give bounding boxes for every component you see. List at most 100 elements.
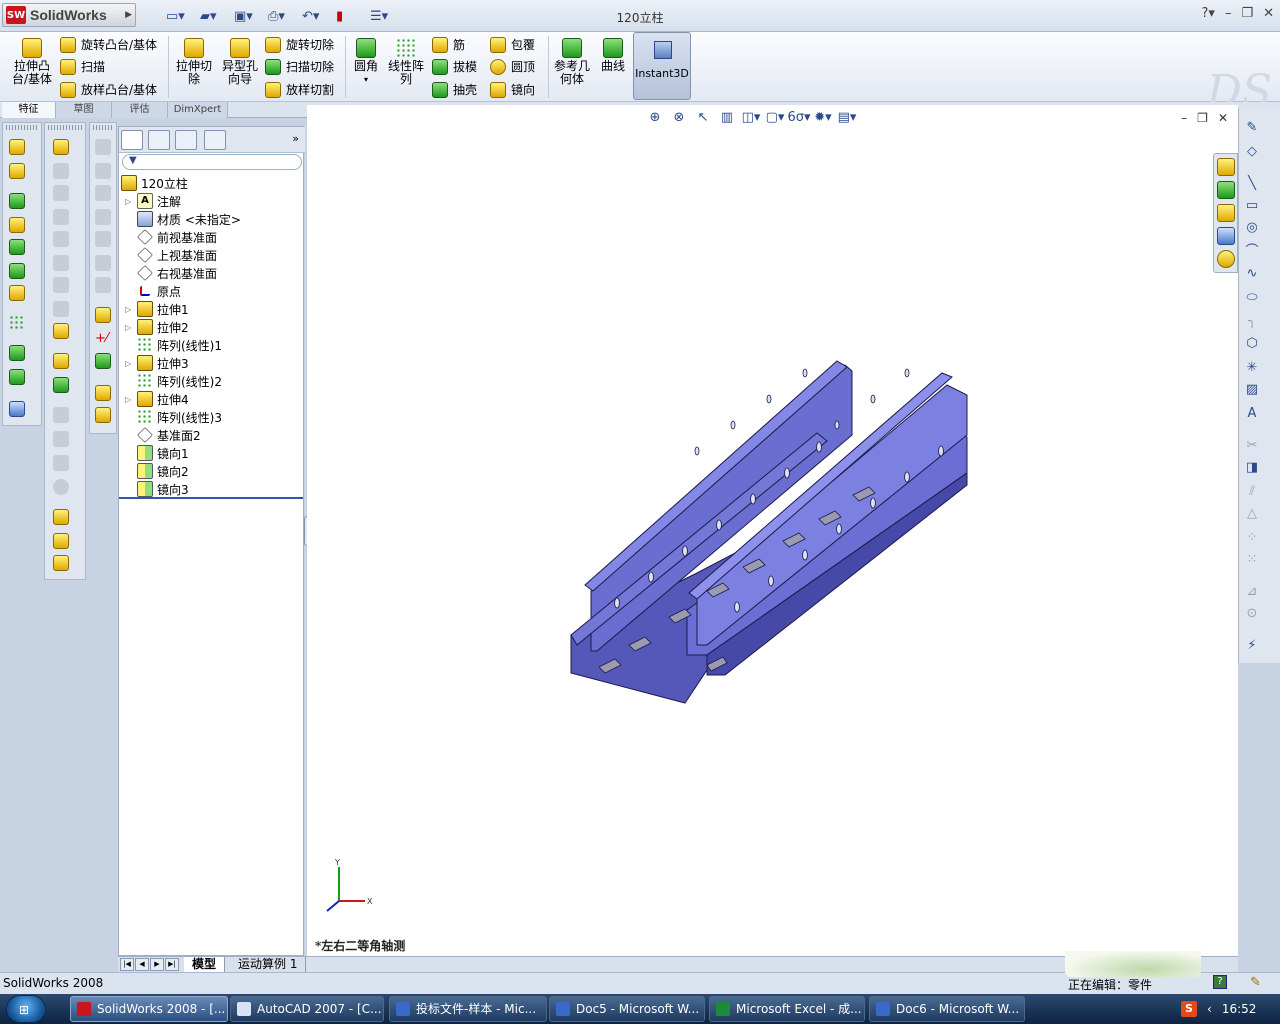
view-palette-icon[interactable] (1217, 227, 1235, 245)
sweep-cut-button[interactable]: 扫描切除 (265, 58, 334, 75)
library-feature-icon[interactable] (53, 533, 69, 549)
start-button[interactable]: ⊞ (6, 995, 46, 1023)
previous-view-icon[interactable]: ↖ (693, 108, 713, 126)
hide-show-items-icon[interactable]: 6σ▾ (787, 108, 810, 126)
wrap-button[interactable]: 包覆 (490, 36, 535, 53)
restore-button[interactable]: ❐ (1241, 6, 1253, 21)
taskbar-item-solidworks[interactable]: SolidWorks 2008 - [... (70, 996, 228, 1022)
linear-pattern-icon[interactable] (9, 315, 25, 331)
hole-wizard-icon[interactable] (9, 285, 25, 301)
sketch-icon[interactable] (95, 307, 111, 323)
tree-item[interactable]: ▷ 拉伸4 (125, 390, 189, 408)
show-hidden-icons[interactable]: ‹ (1207, 1002, 1212, 1016)
tab-features[interactable]: 特征 (2, 102, 56, 118)
circular-sketch-pattern-icon[interactable]: ⁙ (1244, 552, 1260, 568)
mirror-icon[interactable] (53, 353, 69, 369)
doc-minimize-button[interactable]: – (1181, 111, 1187, 125)
tree-item[interactable]: ▷ 拉伸2 (125, 318, 189, 336)
mirror-sketch-icon[interactable]: △ (1244, 506, 1260, 522)
tab-sketch[interactable]: 草图 (56, 102, 112, 118)
rectangle-icon[interactable]: ▭ (1244, 198, 1260, 214)
rib-icon[interactable] (9, 217, 25, 233)
tree-item[interactable]: 基准面2 (125, 426, 201, 444)
table-pattern-icon[interactable] (53, 555, 69, 571)
shell-icon[interactable] (9, 239, 25, 255)
rib-button[interactable]: 筋 (432, 36, 465, 53)
spline-icon[interactable]: ∿ (1244, 266, 1260, 282)
deform-icon[interactable] (53, 455, 69, 471)
clock[interactable]: 16:52 (1222, 1002, 1257, 1016)
display-style-icon[interactable]: ▢▾ (765, 108, 785, 126)
next-tab-icon[interactable]: ▶ (150, 958, 164, 971)
appearance-icon[interactable]: ✹▾ (813, 108, 833, 126)
tab-dimxpert[interactable]: DimXpert (168, 102, 228, 118)
thicken-icon[interactable] (53, 231, 69, 247)
tree-item[interactable]: 镜向2 (125, 462, 189, 480)
instant2d-icon[interactable] (95, 385, 111, 401)
move-face-icon[interactable] (53, 277, 69, 293)
first-tab-icon[interactable]: |◀ (120, 958, 134, 971)
tree-item[interactable]: 镜向1 (125, 444, 189, 462)
taskbar-item-excel[interactable]: Microsoft Excel - 成... (709, 996, 865, 1022)
sketch-icon[interactable]: ✎ (1244, 120, 1260, 136)
fillet-icon[interactable] (9, 193, 25, 209)
trim-icon[interactable]: ✂ (1244, 438, 1260, 454)
toolbar-grip[interactable] (6, 125, 38, 130)
reference-geometry-button[interactable]: 参考几 何体 (552, 38, 592, 86)
hole-wizard-button[interactable]: 异型孔 向导 (218, 38, 262, 86)
indent-icon[interactable] (53, 407, 69, 423)
circle-icon[interactable]: ◎ (1244, 220, 1260, 236)
property-manager-tab-icon[interactable] (148, 130, 170, 150)
move-entities-icon[interactable]: ⊿ (1244, 584, 1260, 600)
doc-restore-button[interactable]: ❐ (1197, 111, 1208, 125)
feature-filter-input[interactable]: ▼ (122, 154, 302, 170)
freeform-icon[interactable] (53, 479, 69, 495)
revolve-boss-button[interactable]: 旋转凸台/基体 (60, 36, 157, 53)
dome-button[interactable]: 圆顶 (490, 58, 535, 75)
expand-arrow-icon[interactable]: ▷ (125, 359, 133, 368)
tree-item[interactable]: 材质 <未指定> (125, 210, 241, 228)
zoom-to-fit-icon[interactable]: ⊕ (645, 108, 665, 126)
taskbar-item-autocad[interactable]: AutoCAD 2007 - [C... (230, 996, 384, 1022)
dome-icon[interactable] (53, 301, 69, 317)
expand-arrow-icon[interactable]: ▷ (125, 197, 133, 206)
move-body-icon[interactable] (95, 209, 111, 225)
configuration-manager-tab-icon[interactable] (175, 130, 197, 150)
tree-item[interactable]: 镜向3 (125, 480, 189, 498)
ellipse-icon[interactable]: ⬭ (1244, 290, 1260, 306)
convert-entities-icon[interactable] (95, 353, 111, 369)
graphics-area[interactable]: ⊕ ⊗ ↖ ▥ ◫▾ ▢▾ 6σ▾ ✹▾ ▤▾ – ❐ ✕ Y X *左右二等角… (307, 105, 1238, 956)
appearances-icon[interactable] (1217, 250, 1235, 268)
toolbar-grip[interactable] (93, 125, 113, 130)
doc-close-button[interactable]: ✕ (1218, 111, 1228, 125)
expand-arrow-icon[interactable]: ▷ (125, 323, 133, 332)
cavity-icon[interactable] (95, 255, 111, 271)
split-icon[interactable] (53, 255, 69, 271)
last-tab-icon[interactable]: ▶| (165, 958, 179, 971)
help-icon[interactable]: ?▾ (1202, 6, 1215, 21)
tree-item[interactable]: 上视基准面 (125, 246, 217, 264)
curves-icon[interactable] (9, 369, 25, 385)
sogou-ime-icon[interactable]: S (1181, 1001, 1197, 1017)
combine-icon[interactable] (95, 139, 111, 155)
minimize-button[interactable]: – (1225, 6, 1232, 21)
revolve-cut-button[interactable]: 旋转切除 (265, 36, 334, 53)
shell-button[interactable]: 抽壳 (432, 81, 477, 98)
tree-item[interactable]: 阵列(线性)3 (125, 408, 222, 426)
boundary-icon[interactable] (53, 209, 69, 225)
toolbar-grip[interactable] (48, 125, 82, 130)
extrude-boss-icon[interactable] (9, 139, 25, 155)
instant3d-button[interactable]: Instant3D (633, 32, 691, 100)
copy-body-icon[interactable] (95, 231, 111, 247)
tree-item[interactable]: 右视基准面 (125, 264, 217, 282)
fillet-sketch-icon[interactable]: ╮ (1244, 314, 1260, 330)
taskbar-item-word-doc6[interactable]: Doc6 - Microsoft W... (869, 996, 1025, 1022)
expand-panel-icon[interactable]: » (292, 132, 299, 145)
tab-motion-study[interactable]: 运动算例 1 (230, 957, 307, 973)
rollback-bar[interactable] (119, 497, 303, 499)
draft-button[interactable]: 拔模 (432, 58, 477, 75)
fillet-button[interactable]: 圆角 ▾ (350, 38, 382, 86)
view-settings-icon[interactable]: ▤▾ (837, 108, 857, 126)
loft-boss-button[interactable]: 放样凸台/基体 (60, 81, 157, 98)
rotate-entities-icon[interactable]: ⊙ (1244, 606, 1260, 622)
